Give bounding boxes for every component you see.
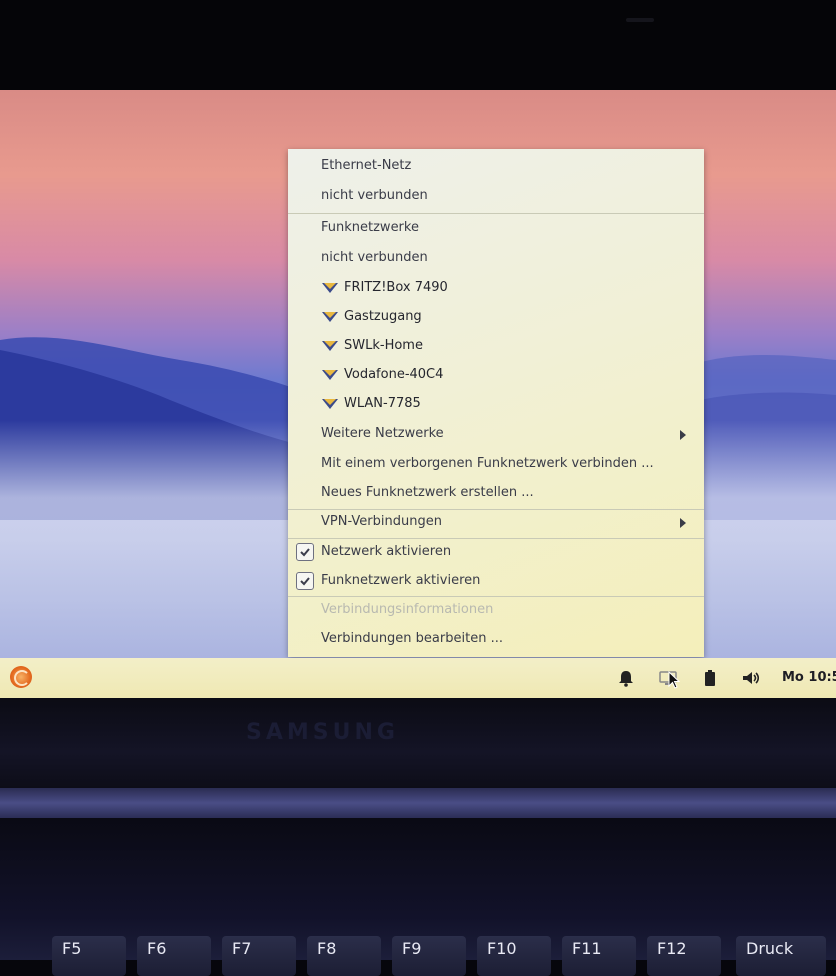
app-menu-logo-icon[interactable] xyxy=(10,666,32,688)
ethernet-header: Ethernet-Netz xyxy=(288,152,704,180)
wifi-signal-icon xyxy=(322,399,338,409)
wifi-status: nicht verbunden xyxy=(288,244,704,272)
wifi-signal-icon xyxy=(322,341,338,351)
checkbox-checked-icon[interactable] xyxy=(296,543,314,561)
wifi-header-label: Funknetzwerke xyxy=(321,220,419,235)
network-item-fritzbox[interactable]: FRITZ!Box 7490 xyxy=(288,274,704,302)
wifi-signal-icon xyxy=(322,312,338,322)
laptop-bezel-top xyxy=(0,0,836,90)
wifi-status-label: nicht verbunden xyxy=(321,250,428,265)
submenu-arrow-icon xyxy=(680,430,686,440)
ethernet-status-label: nicht verbunden xyxy=(321,188,428,203)
wifi-signal-icon xyxy=(322,370,338,380)
wifi-signal-icon xyxy=(322,283,338,293)
connect-hidden-network-item[interactable]: Mit einem verborgenen Funknetzwerk verbi… xyxy=(288,450,704,478)
more-networks-submenu[interactable]: Weitere Netzwerke xyxy=(288,420,704,448)
key-druck[interactable]: Druck xyxy=(736,936,826,976)
ethernet-status: nicht verbunden xyxy=(288,182,704,210)
battery-icon[interactable] xyxy=(700,668,720,688)
laptop-edge-strip xyxy=(0,788,836,818)
network-item-wlan-7785[interactable]: WLAN-7785 xyxy=(288,390,704,418)
key-label: F5 xyxy=(62,939,82,958)
create-network-label: Neues Funknetzwerk erstellen ... xyxy=(321,485,534,500)
create-network-item[interactable]: Neues Funknetzwerk erstellen ... xyxy=(288,479,704,507)
vpn-label: VPN-Verbindungen xyxy=(321,514,442,529)
network-name: WLAN-7785 xyxy=(344,396,421,411)
key-f8[interactable]: F8 xyxy=(307,936,381,976)
key-label: Druck xyxy=(746,939,794,958)
key-label: F6 xyxy=(147,939,167,958)
key-f10[interactable]: F10 xyxy=(477,936,551,976)
key-label: F9 xyxy=(402,939,422,958)
key-f12[interactable]: F12 xyxy=(647,936,721,976)
enable-wifi-toggle[interactable]: Funknetzwerk aktivieren xyxy=(288,567,704,595)
connection-info-label: Verbindungsinformationen xyxy=(321,602,494,617)
network-name: Gastzugang xyxy=(344,309,422,324)
key-label: F11 xyxy=(572,939,602,958)
vpn-submenu[interactable]: VPN-Verbindungen xyxy=(288,508,704,536)
clock[interactable]: Mo 10:5 xyxy=(782,658,836,698)
submenu-arrow-icon xyxy=(680,518,686,528)
network-item-vodafone[interactable]: Vodafone-40C4 xyxy=(288,361,704,389)
key-f11[interactable]: F11 xyxy=(562,936,636,976)
network-name: Vodafone-40C4 xyxy=(344,367,444,382)
ethernet-header-label: Ethernet-Netz xyxy=(321,158,412,173)
laptop-brand-logo: SAMSUNG xyxy=(246,720,399,745)
laptop-hinge xyxy=(0,698,836,788)
edit-connections-label: Verbindungen bearbeiten ... xyxy=(321,631,503,646)
network-name: FRITZ!Box 7490 xyxy=(344,280,448,295)
network-name: SWLk-Home xyxy=(344,338,423,353)
network-item-gastzugang[interactable]: Gastzugang xyxy=(288,303,704,331)
key-f6[interactable]: F6 xyxy=(137,936,211,976)
mouse-cursor-icon xyxy=(668,671,680,689)
connect-hidden-label: Mit einem verborgenen Funknetzwerk verbi… xyxy=(321,456,654,471)
desktop-screen: Ethernet-Netz nicht verbunden Funknetzwe… xyxy=(0,90,836,698)
volume-icon[interactable] xyxy=(741,668,761,688)
checkbox-checked-icon[interactable] xyxy=(296,572,314,590)
key-f7[interactable]: F7 xyxy=(222,936,296,976)
key-f5[interactable]: F5 xyxy=(52,936,126,976)
taskbar: Mo 10:5 xyxy=(0,658,836,698)
key-label: F10 xyxy=(487,939,517,958)
enable-network-label: Netzwerk aktivieren xyxy=(321,544,452,559)
connection-info-item: Verbindungsinformationen xyxy=(288,596,704,624)
key-label: F12 xyxy=(657,939,687,958)
more-networks-label: Weitere Netzwerke xyxy=(321,426,444,441)
network-item-swlk-home[interactable]: SWLk-Home xyxy=(288,332,704,360)
key-label: F8 xyxy=(317,939,337,958)
enable-network-toggle[interactable]: Netzwerk aktivieren xyxy=(288,538,704,566)
enable-wifi-label: Funknetzwerk aktivieren xyxy=(321,573,481,588)
key-f9[interactable]: F9 xyxy=(392,936,466,976)
network-menu: Ethernet-Netz nicht verbunden Funknetzwe… xyxy=(288,149,704,657)
webcam xyxy=(626,18,654,22)
edit-connections-item[interactable]: Verbindungen bearbeiten ... xyxy=(288,625,704,653)
key-label: F7 xyxy=(232,939,252,958)
notification-bell-icon[interactable] xyxy=(616,668,636,688)
wifi-header: Funknetzwerke xyxy=(288,214,704,242)
